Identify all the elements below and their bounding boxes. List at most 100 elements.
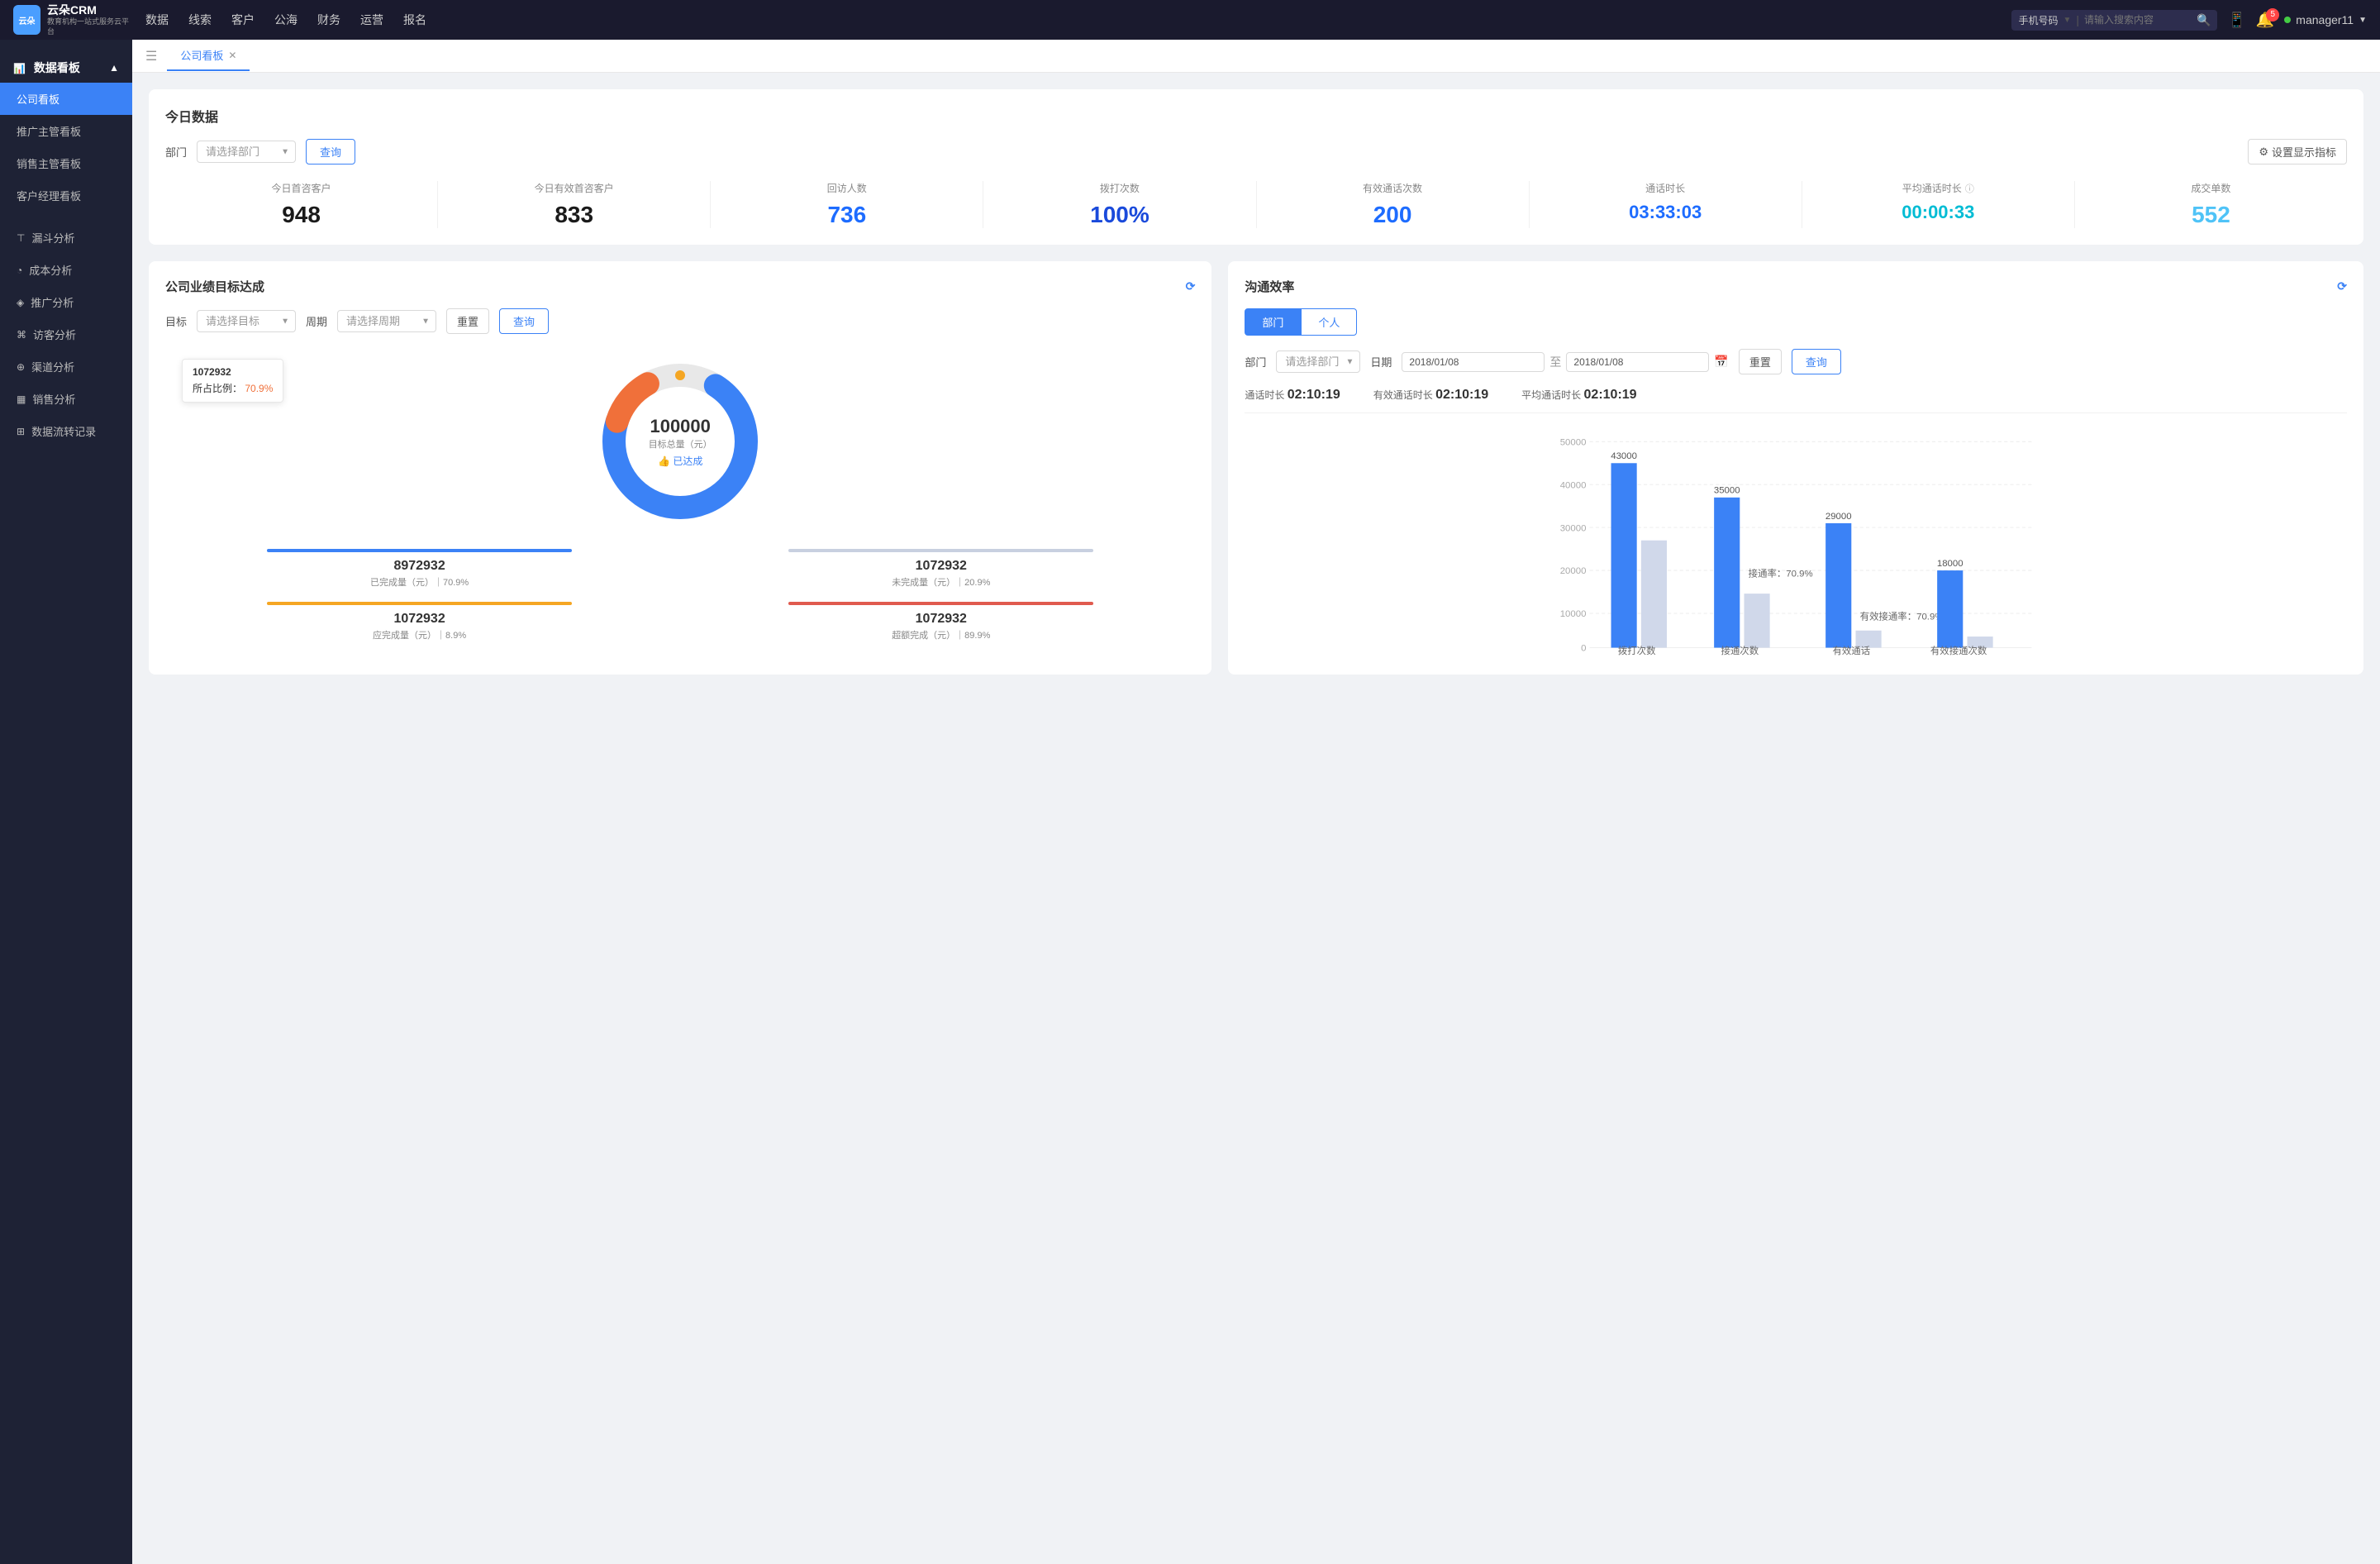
target-query-button[interactable]: 查询 (499, 308, 549, 334)
stat-label: 通话时长 (1543, 181, 1788, 195)
donut-center-label: 目标总量（元） (649, 437, 712, 451)
bar-effective-gray (1856, 631, 1882, 648)
tab-individual[interactable]: 个人 (1301, 308, 1357, 336)
nav-right: 手机号码 ▼ | 🔍 📱 🔔 5 manager11 ▼ (2011, 10, 2367, 31)
today-query-button[interactable]: 查询 (306, 139, 355, 165)
tablet-icon[interactable]: 📱 (2227, 12, 2245, 29)
sidebar-item-label: 销售主管看板 (17, 155, 81, 171)
target-chart-title: 公司业绩目标达成 ⟳ (165, 278, 1195, 295)
efficiency-query-button[interactable]: 查询 (1792, 349, 1841, 374)
notification-icon[interactable]: 🔔 5 (2256, 12, 2274, 29)
stat-label: 有效通话次数 (1270, 181, 1516, 195)
nav-customer[interactable]: 客户 (231, 8, 255, 31)
sidebar-item-sales-analysis[interactable]: ▦ 销售分析 (0, 383, 132, 415)
efficiency-filter-row: 部门 请选择部门 日期 至 📅 重置 (1245, 349, 2347, 374)
sidebar-item-label: 推广主管看板 (17, 123, 81, 139)
avg-label: 平均通话时长 (1521, 389, 1583, 401)
sidebar-section-header[interactable]: 📊 数据看板 ▲ (0, 53, 132, 83)
efficiency-dept-select[interactable]: 请选择部门 (1276, 350, 1360, 373)
date-separator: 至 (1549, 354, 1561, 370)
search-icon[interactable]: 🔍 (2197, 13, 2211, 27)
bar-connect-val: 35000 (1714, 486, 1740, 496)
efficiency-avg-stat: 平均通话时长 02:10:19 (1521, 388, 1636, 403)
stat-deals: 成交单数 552 (2075, 181, 2347, 228)
target-select[interactable]: 请选择目标 (197, 310, 296, 332)
bar-eff-connect-blue (1938, 570, 1963, 647)
donut-achieved-label: 👍 已达成 (649, 454, 712, 468)
target-controls: 目标 请选择目标 周期 请选择周期 重置 (165, 308, 1195, 334)
sidebar-item-cost[interactable]: ◔ 成本分析 (0, 254, 132, 286)
tab-bar-toggle[interactable]: ☰ (145, 48, 157, 64)
legend-over: 1072932 超额完成（元）｜89.9% (687, 602, 1195, 641)
calendar-icon[interactable]: 📅 (1714, 355, 1728, 369)
user-dropdown-icon[interactable]: ▼ (2359, 16, 2367, 25)
nav-public[interactable]: 公海 (274, 8, 298, 31)
nav-signup[interactable]: 报名 (403, 8, 426, 31)
sidebar-collapse-icon[interactable]: ▲ (109, 62, 119, 74)
y-label-30000: 30000 (1560, 523, 1587, 533)
sidebar-item-promo-analysis[interactable]: ◈ 推广分析 (0, 286, 132, 318)
efficiency-refresh-icon[interactable]: ⟳ (2337, 279, 2347, 293)
tab-dept[interactable]: 部门 (1245, 308, 1301, 336)
x-label-effective: 有效通话 (1833, 645, 1871, 656)
settings-button[interactable]: ⚙ 设置显示指标 (2248, 139, 2347, 165)
effective-label: 有效通话时长 (1373, 389, 1435, 401)
stat-value: 100% (997, 202, 1242, 228)
sidebar-item-visitor[interactable]: ⌘ 访客分析 (0, 318, 132, 350)
bottom-row: 公司业绩目标达成 ⟳ 目标 请选择目标 周期 (149, 261, 2363, 675)
today-section: 今日数据 部门 请选择部门 查询 ⚙ 设置显示指标 (149, 89, 2363, 245)
online-indicator (2284, 17, 2291, 23)
target-reset-button[interactable]: 重置 (446, 308, 489, 334)
effective-value: 02:10:19 (1435, 388, 1488, 402)
donut-tooltip-value: 1072932 (193, 366, 273, 378)
nav-data[interactable]: 数据 (145, 8, 169, 31)
stat-label: 拨打次数 (997, 181, 1242, 195)
legend-desc: 未完成量（元）｜20.9% (687, 575, 1195, 589)
y-label-20000: 20000 (1560, 566, 1587, 576)
stat-effective-consult: 今日有效首咨客户 833 (438, 181, 711, 228)
date-from-input[interactable] (1402, 352, 1545, 372)
sidebar-item-sales-manager[interactable]: 销售主管看板 (0, 147, 132, 179)
sidebar-item-customer-manager[interactable]: 客户经理看板 (0, 179, 132, 212)
x-label-dial: 拨打次数 (1618, 645, 1656, 656)
stat-value: 948 (178, 202, 424, 228)
today-dept-select[interactable]: 请选择部门 (197, 141, 296, 163)
tab-label: 公司看板 (180, 47, 223, 63)
legend-value: 8972932 (165, 559, 674, 574)
stat-value: 200 (1270, 202, 1516, 228)
target-refresh-icon[interactable]: ⟳ (1186, 279, 1196, 293)
stat-label: 回访人数 (724, 181, 969, 195)
sidebar-item-funnel[interactable]: ⊤ 漏斗分析 (0, 222, 132, 254)
bar-effective-val: 29000 (1825, 512, 1852, 522)
logo-title: 云朵CRM (47, 2, 129, 17)
nav-finance[interactable]: 财务 (317, 8, 340, 31)
stat-value: 736 (724, 202, 969, 228)
settings-icon: ⚙ (2259, 145, 2268, 159)
efficiency-call-stat: 通话时长 02:10:19 (1245, 388, 1340, 403)
legend-expected: 1072932 应完成量（元）｜8.9% (165, 602, 674, 641)
stat-label: 平均通话时长 ⓘ (1816, 181, 2061, 195)
legend-bar-gray (788, 549, 1093, 552)
nav-leads[interactable]: 线索 (188, 8, 212, 31)
user-info[interactable]: manager11 ▼ (2284, 13, 2367, 26)
sidebar: 📊 数据看板 ▲ 公司看板 推广主管看板 销售主管看板 客户经理看板 ⊤ 漏斗分… (0, 40, 132, 1564)
sidebar-item-company-board[interactable]: 公司看板 (0, 83, 132, 115)
efficiency-reset-button[interactable]: 重置 (1739, 349, 1782, 374)
nav-operations[interactable]: 运营 (360, 8, 383, 31)
tab-close-icon[interactable]: ✕ (228, 50, 236, 61)
sidebar-item-promo-manager[interactable]: 推广主管看板 (0, 115, 132, 147)
search-bar: 手机号码 ▼ | 🔍 (2011, 10, 2217, 31)
search-input[interactable] (2084, 14, 2192, 26)
period-select[interactable]: 请选择周期 (337, 310, 436, 332)
tab-company-board[interactable]: 公司看板 ✕ (167, 41, 250, 71)
sidebar-item-data-flow[interactable]: ⊞ 数据流转记录 (0, 415, 132, 447)
target-chart-card: 公司业绩目标达成 ⟳ 目标 请选择目标 周期 (149, 261, 1211, 675)
sidebar-item-label: 公司看板 (17, 91, 60, 107)
donut-tooltip: 1072932 所占比例： 70.9% (182, 359, 283, 403)
sidebar-item-channel[interactable]: ⊕ 渠道分析 (0, 350, 132, 383)
legend-desc: 超额完成（元）｜89.9% (687, 628, 1195, 641)
date-to-input[interactable] (1566, 352, 1709, 372)
search-select-label[interactable]: 手机号码 (2018, 13, 2058, 27)
stat-revisit: 回访人数 736 (711, 181, 983, 228)
annotation-connect-rate: 接通率：70.9% (1749, 567, 1813, 579)
